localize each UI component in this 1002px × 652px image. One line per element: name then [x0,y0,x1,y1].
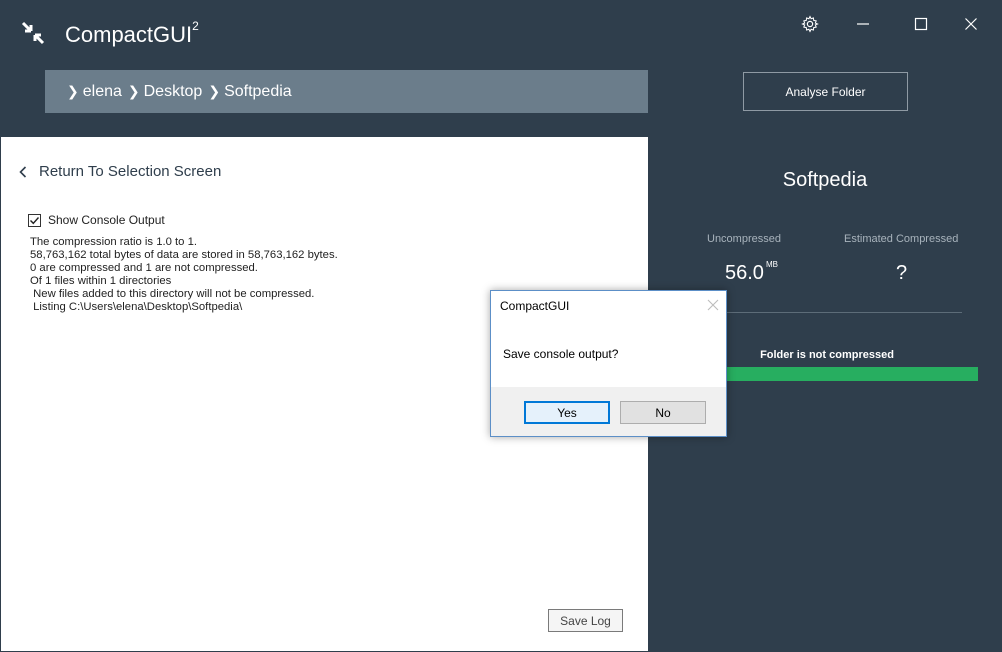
breadcrumb-item-elena[interactable]: ❯ elena [67,83,122,101]
stats-divider [700,312,962,313]
app-title-sup: 2 [192,18,199,33]
chevron-right-icon: ❯ [67,83,79,99]
yes-button[interactable]: Yes [524,401,610,424]
checkbox-box[interactable] [28,213,41,227]
chevron-right-icon: ❯ [208,83,221,99]
console-line: Of 1 files within 1 directories [30,275,172,287]
breadcrumb-item-softpedia[interactable]: ❯ Softpedia [208,83,291,101]
minimize-button[interactable] [849,10,877,38]
chevron-right-icon: ❯ [127,83,140,99]
estimated-compressed-label: Estimated Compressed [844,233,959,245]
compress-arrows-icon [20,20,46,46]
app-title-text: CompactGUI [65,22,193,47]
show-console-output-checkbox[interactable]: Show Console Output [28,213,165,227]
return-to-selection-link[interactable]: Return To Selection Screen [19,163,221,180]
console-line: 0 are compressed and 1 are not compresse… [30,262,258,274]
breadcrumb-label: elena [82,82,122,100]
console-line: New files added to this directory will n… [30,288,315,300]
close-button[interactable] [957,10,985,38]
folder-name: Softpedia [782,169,868,191]
chevron-left-icon [19,165,27,178]
minimize-icon [857,23,869,25]
breadcrumb-item-desktop[interactable]: ❯ Desktop [128,83,202,101]
dialog-message: Save console output? [503,347,619,361]
dialog-title: CompactGUI [500,299,570,313]
console-output: The compression ratio is 1.0 to 1. 58,76… [30,236,338,314]
save-log-button[interactable]: Save Log [548,609,623,632]
checkmark-icon [30,216,40,224]
estimated-compressed-value: ? [896,262,908,284]
maximize-icon [914,17,928,31]
breadcrumb-label: Softpedia [224,82,292,100]
checkbox-label: Show Console Output [48,213,165,227]
analyse-folder-button[interactable]: Analyse Folder [743,72,908,111]
compression-status-bar [726,367,978,381]
console-line: Listing C:\Users\elena\Desktop\Softpedia… [30,301,243,313]
title-bar: CompactGUI2 ❯ elena ❯ Desktop ❯ Softpedi… [0,0,1002,137]
breadcrumb-label: Desktop [143,82,203,100]
uncompressed-unit: MB [765,260,778,270]
uncompressed-value: 56.0 MB [725,260,778,285]
maximize-button[interactable] [907,10,935,38]
console-line: The compression ratio is 1.0 to 1. [30,236,198,248]
settings-button[interactable] [796,10,824,38]
gear-icon [801,15,819,33]
return-label: Return To Selection Screen [39,163,222,180]
dialog-footer: Yes No [491,387,726,436]
close-icon [965,18,977,30]
dialog-close-button[interactable] [705,297,721,313]
no-button[interactable]: No [620,401,706,424]
save-console-dialog: CompactGUI Save console output? Yes No [490,290,727,437]
app-title: CompactGUI2 [65,18,199,48]
console-line: 58,763,162 total bytes of data are store… [30,249,338,261]
breadcrumb: ❯ elena ❯ Desktop ❯ Softpedia [45,70,648,113]
uncompressed-number: 56.0 [725,262,764,284]
uncompressed-label: Uncompressed [707,233,781,245]
close-icon [707,299,719,311]
